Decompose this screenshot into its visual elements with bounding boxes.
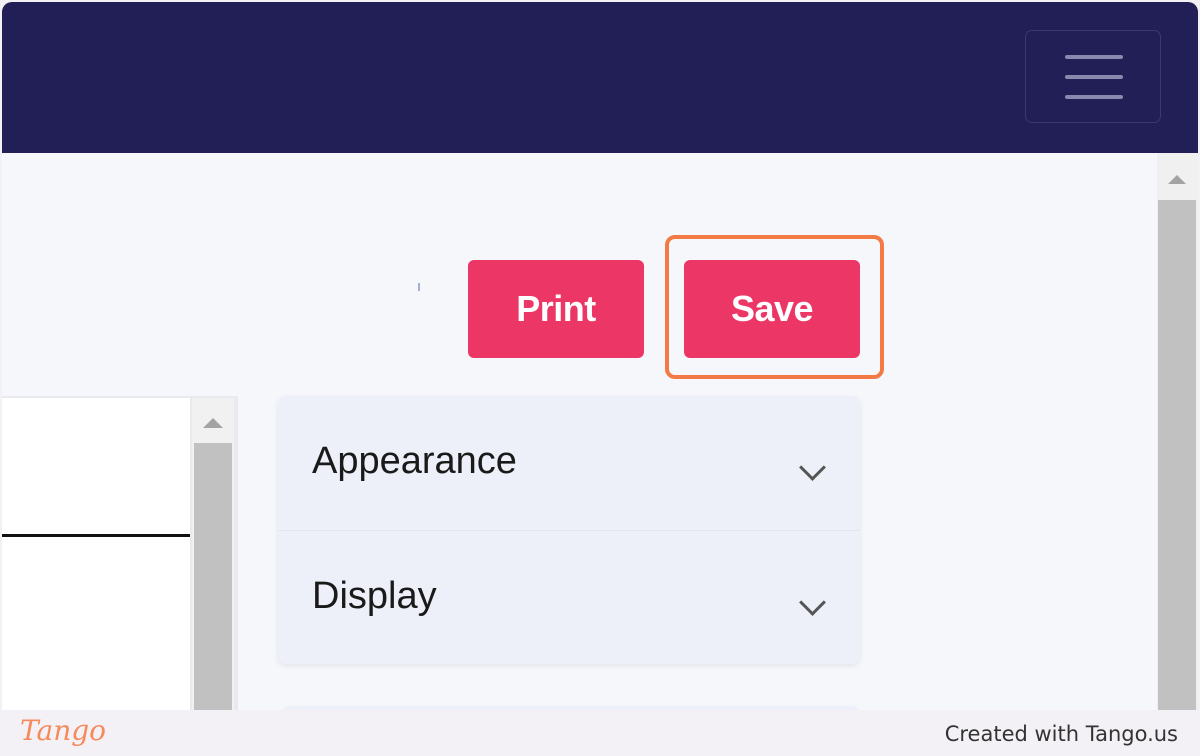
preview-line bbox=[2, 534, 190, 537]
chevron-down-icon bbox=[799, 589, 826, 616]
scrollbar-thumb[interactable] bbox=[194, 443, 232, 710]
tango-logo: Tango bbox=[20, 714, 107, 747]
accordion-label: Display bbox=[312, 575, 437, 617]
top-navigation-bar bbox=[2, 2, 1198, 153]
footer: Tango Created with Tango.us bbox=[0, 710, 1200, 756]
menu-bar-line bbox=[1065, 75, 1123, 79]
preview-page bbox=[2, 398, 190, 710]
chevron-down-icon bbox=[799, 454, 826, 481]
accordion-label: Appearance bbox=[312, 440, 517, 482]
preview-scrollbar[interactable] bbox=[192, 398, 234, 710]
scroll-up-icon[interactable] bbox=[1168, 175, 1186, 184]
hamburger-menu-button[interactable] bbox=[1025, 30, 1161, 123]
page-scrollbar[interactable] bbox=[1157, 153, 1198, 710]
print-button[interactable]: Print bbox=[468, 260, 644, 358]
accordion-item-appearance[interactable]: Appearance bbox=[278, 396, 860, 530]
footer-credit: Created with Tango.us bbox=[944, 722, 1178, 746]
step-highlight bbox=[665, 235, 884, 379]
app-window: Print Save Appearance Display bbox=[2, 2, 1198, 710]
scrollbar-thumb[interactable] bbox=[1158, 200, 1196, 710]
cursor-mark bbox=[418, 283, 420, 291]
menu-bar-line bbox=[1065, 95, 1123, 99]
scroll-up-icon[interactable] bbox=[203, 418, 223, 428]
preview-panel bbox=[2, 396, 238, 710]
settings-accordion: Appearance Display bbox=[278, 396, 860, 664]
menu-bar-line bbox=[1065, 55, 1123, 59]
accordion-item-display[interactable]: Display bbox=[278, 530, 860, 665]
main-content: Print Save Appearance Display bbox=[2, 153, 1198, 710]
